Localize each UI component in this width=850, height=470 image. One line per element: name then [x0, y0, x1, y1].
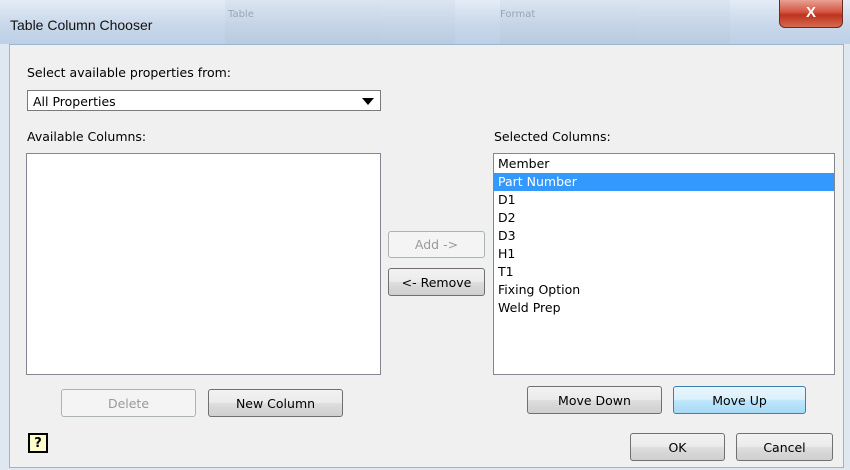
ok-button[interactable]: OK	[630, 433, 725, 461]
title-bar: Table Format Table Column Chooser X	[0, 0, 850, 44]
properties-source-dropdown[interactable]: All Properties	[27, 90, 381, 111]
selected-columns-list[interactable]: Member Part Number D1 D2 D3 H1 T1 Fixing Option…	[493, 153, 835, 375]
cancel-button[interactable]: Cancel	[736, 433, 833, 461]
window-title: Table Column Chooser	[10, 17, 153, 33]
available-columns-list[interactable]	[26, 153, 381, 375]
list-item[interactable]: D2	[494, 209, 834, 227]
list-item[interactable]: Part Number	[494, 173, 834, 191]
help-button[interactable]: ?	[28, 433, 48, 453]
delete-button[interactable]: Delete	[61, 389, 196, 417]
list-item[interactable]: Weld Prep	[494, 299, 834, 317]
new-column-button[interactable]: New Column	[208, 389, 343, 417]
list-item[interactable]: H1	[494, 245, 834, 263]
dropdown-value: All Properties	[33, 94, 116, 109]
background-tab-label: Table	[228, 9, 254, 20]
move-up-button[interactable]: Move Up	[673, 386, 806, 414]
background-window-tab: Format	[500, 0, 730, 44]
list-item[interactable]: D1	[494, 191, 834, 209]
background-window-tab: Table	[225, 0, 455, 44]
selected-columns-label: Selected Columns:	[494, 129, 611, 144]
add-button[interactable]: Add ->	[388, 231, 485, 258]
list-item[interactable]: Member	[494, 155, 834, 173]
list-item[interactable]: Fixing Option	[494, 281, 834, 299]
remove-button[interactable]: <- Remove	[388, 268, 485, 296]
available-columns-label: Available Columns:	[27, 129, 147, 144]
list-item[interactable]: D3	[494, 227, 834, 245]
list-item[interactable]: T1	[494, 263, 834, 281]
chevron-down-icon	[362, 98, 374, 105]
background-tab-label: Format	[500, 9, 536, 20]
close-icon: X	[805, 4, 816, 21]
move-down-button[interactable]: Move Down	[527, 386, 662, 414]
close-button[interactable]: X	[779, 0, 843, 28]
dialog-body: Select available properties from: All Pr…	[9, 44, 844, 468]
help-icon: ?	[34, 435, 42, 451]
source-label: Select available properties from:	[27, 65, 231, 80]
